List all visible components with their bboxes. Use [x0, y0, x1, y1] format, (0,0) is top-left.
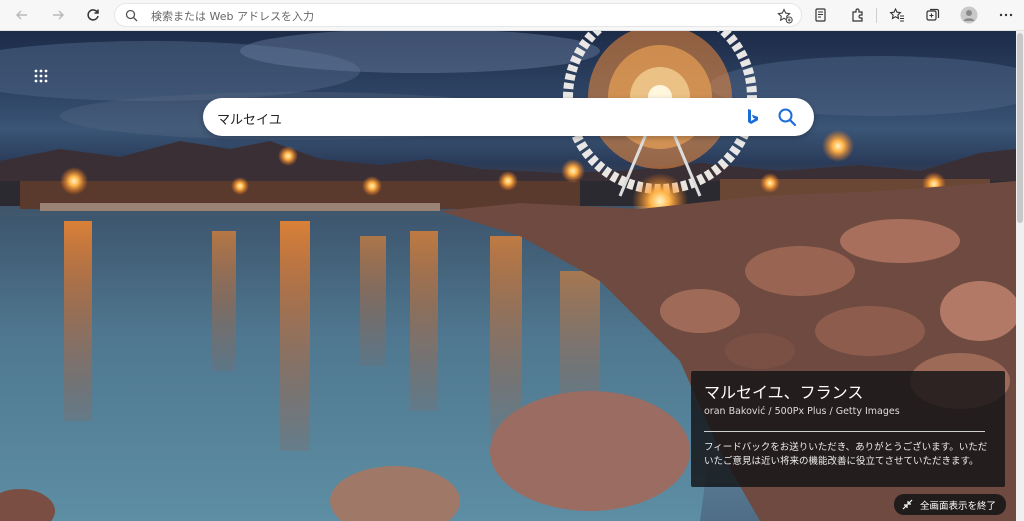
profile-button[interactable]	[956, 3, 982, 27]
search-submit-button[interactable]	[776, 106, 800, 128]
feedback-message: フィードバックをお送りいただき、ありがとうございます。いただいたご意見は近い将来…	[704, 442, 988, 467]
collections-button[interactable]	[920, 3, 946, 27]
exit-fullscreen-label: 全画面表示を終了	[920, 501, 997, 512]
exit-fullscreen-button[interactable]: 全画面表示を終了	[894, 494, 1006, 515]
search-icon	[125, 9, 138, 22]
forward-arrow-icon	[53, 10, 64, 20]
favorites-star-icon	[889, 7, 904, 22]
apps-launcher-button[interactable]	[33, 68, 49, 84]
reader-mode-icon	[815, 8, 826, 22]
grid-dots-icon	[34, 69, 48, 83]
settings-more-button[interactable]	[993, 3, 1019, 27]
search-query[interactable]: マルセイユ	[217, 109, 282, 128]
refresh-button[interactable]	[80, 3, 106, 27]
favorites-button[interactable]	[884, 3, 910, 27]
back-button[interactable]	[9, 3, 35, 27]
extensions-button[interactable]	[845, 3, 871, 27]
collections-icon	[926, 8, 940, 21]
web-search-box[interactable]: マルセイユ	[203, 98, 814, 136]
avatar-icon	[960, 6, 978, 24]
address-bar[interactable]: 検索または Web アドレスを入力	[114, 3, 802, 27]
search-icon	[778, 108, 797, 127]
card-divider	[704, 431, 985, 432]
new-tab-page: マルセイユ マルセイユ、フランス oran Baković / 500Px Pl…	[0, 31, 1016, 521]
back-arrow-icon	[16, 10, 27, 20]
image-title[interactable]: マルセイユ、フランス	[704, 379, 863, 403]
browser-toolbar: 検索または Web アドレスを入力	[0, 0, 1024, 31]
forward-button[interactable]	[45, 3, 71, 27]
bing-logo-icon	[748, 109, 758, 124]
puzzle-icon	[852, 8, 863, 22]
image-credit: oran Baković / 500Px Plus / Getty Images	[704, 406, 900, 417]
toolbar-divider	[876, 8, 877, 23]
reading-view-button[interactable]	[808, 3, 834, 27]
scroll-thumb[interactable]	[1017, 33, 1023, 223]
page-scrollbar[interactable]	[1016, 31, 1024, 521]
image-info-card: マルセイユ、フランス oran Baković / 500Px Plus / G…	[691, 371, 1005, 487]
more-dots-icon	[999, 13, 1013, 17]
bing-button[interactable]	[742, 106, 764, 128]
add-favorite-icon[interactable]	[777, 8, 793, 24]
collapse-arrows-icon	[902, 499, 913, 510]
address-placeholder: 検索または Web アドレスを入力	[151, 10, 314, 23]
refresh-icon	[87, 9, 99, 21]
